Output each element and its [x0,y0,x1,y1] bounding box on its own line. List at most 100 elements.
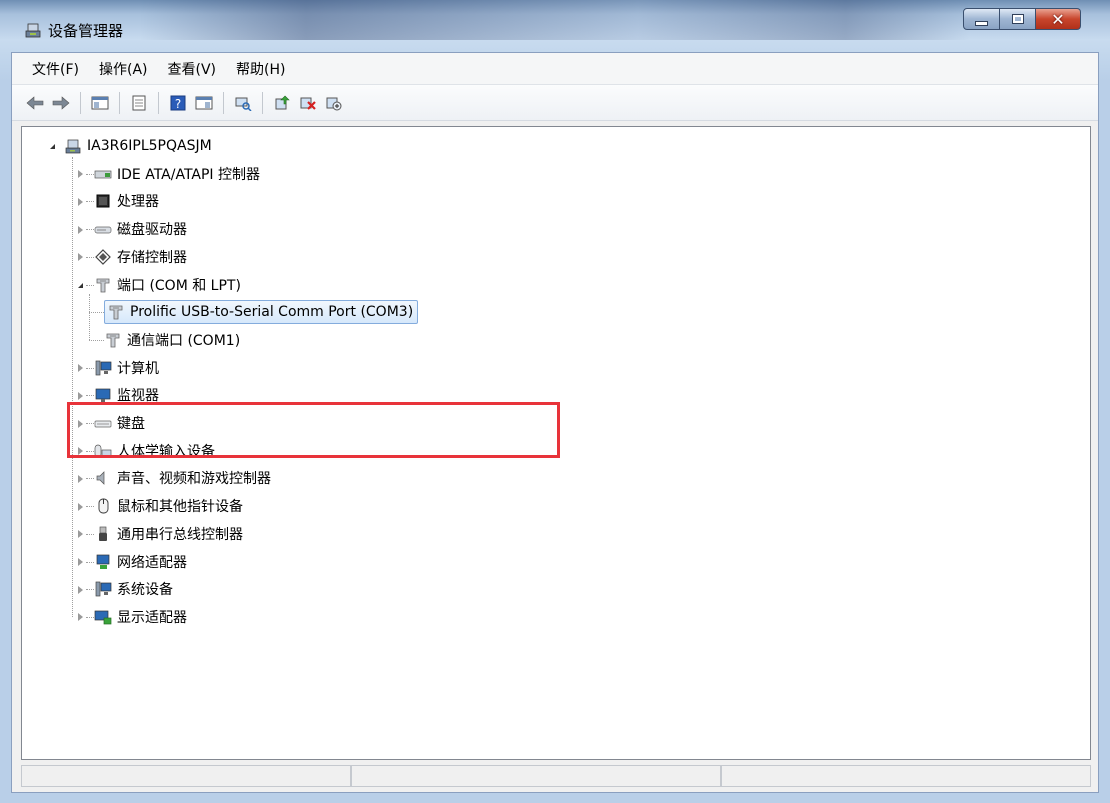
toolbar-separator [80,91,81,114]
tree-category[interactable]: 磁盘驱动器 [94,218,187,240]
tree-device-item[interactable]: Prolific USB-to-Serial Comm Port (COM3) [104,300,419,325]
menu-view[interactable]: 查看(V) [158,59,227,79]
tree-item-content[interactable]: 通用串行总线控制器 [94,524,243,544]
tree-item-label: 网络适配器 [117,554,187,571]
tree-item-label: 存储控制器 [117,249,187,266]
processor-icon [94,192,112,210]
expanded-arrow-icon[interactable] [48,142,57,151]
collapsed-arrow-icon[interactable] [76,585,85,594]
tree-item-label: 处理器 [117,194,159,211]
title-glass [140,0,970,40]
device-tree-pane[interactable]: IA3R6IPL5PQASJM IDE ATA/ATAPI 控制器 处理器磁盘驱动器… [21,126,1091,760]
status-bar [21,765,1091,789]
triangle-right-icon [78,558,83,566]
tree-category[interactable]: 鼠标和其他指针设备 [94,495,243,517]
collapsed-arrow-icon[interactable] [76,197,85,206]
tree-item-content[interactable]: 通信端口 (COM1) [104,330,240,350]
triangle-down-icon [50,144,55,149]
tree-category[interactable]: 计算机 [94,357,159,379]
tree-item-content[interactable]: 显示适配器 [94,607,187,627]
tree-category[interactable]: 处理器 [94,190,159,212]
collapsed-arrow-icon[interactable] [76,474,85,483]
tree-category[interactable]: 显示适配器 [94,606,187,628]
tree-category[interactable]: 系统设备 [94,578,173,600]
tree-item-content[interactable]: 磁盘驱动器 [94,219,187,239]
collapsed-arrow-icon[interactable] [76,558,85,567]
collapsed-arrow-icon[interactable] [76,613,85,622]
collapsed-arrow-icon[interactable] [76,253,85,262]
tree-category[interactable]: 通用串行总线控制器 [94,523,243,545]
disable-icon[interactable] [323,92,345,114]
display-adapter-icon [94,608,112,626]
sound-icon [94,469,112,487]
tree-item-selection[interactable]: Prolific USB-to-Serial Comm Port (COM3) [104,300,419,325]
tree-category[interactable]: 网络适配器 [94,551,187,573]
minimize-icon [975,20,988,26]
properties-icon[interactable] [128,92,150,114]
close-button[interactable]: ✕ [1036,8,1081,30]
tree-connector-line [89,312,104,314]
help-icon[interactable]: ? [167,92,189,114]
tree-item-label: IA3R6IPL5PQASJM [87,138,212,154]
tree-category[interactable]: 声音、视频和游戏控制器 [94,467,271,489]
tree-item-content[interactable]: 鼠标和其他指针设备 [94,496,243,516]
minimize-button[interactable] [963,8,1000,30]
tree-item-label: 通信端口 (COM1) [127,332,241,349]
close-icon: ✕ [1051,9,1065,29]
tree-item-label: 声音、视频和游戏控制器 [117,471,271,488]
scan-hardware-icon[interactable] [232,92,254,114]
tree-category[interactable]: IDE ATA/ATAPI 控制器 [94,163,260,185]
computer-icon [94,359,112,377]
maximize-button[interactable] [1000,8,1036,30]
uninstall-icon[interactable] [297,92,319,114]
tree-connector-line [86,201,94,203]
tree-item-content[interactable]: 处理器 [94,191,159,211]
tree-item-label: IDE ATA/ATAPI 控制器 [117,166,261,183]
tree-root[interactable]: IA3R6IPL5PQASJM [64,135,212,157]
tree-item-label: 计算机 [117,360,159,377]
triangle-right-icon [78,225,83,234]
tree-connector-line [86,506,94,508]
disk-drive-icon [94,220,112,238]
tree-connector-line [86,256,94,258]
maximize-icon [1011,14,1024,24]
tree-category[interactable]: 端口 (COM 和 LPT) [94,274,241,296]
collapsed-arrow-icon[interactable] [76,502,85,511]
back-icon[interactable] [24,92,46,114]
update-driver-icon[interactable] [271,92,293,114]
forward-icon[interactable] [50,92,72,114]
tree-item-content[interactable]: 声音、视频和游戏控制器 [94,468,271,488]
tree-device-item[interactable]: 通信端口 (COM1) [104,329,240,351]
collapsed-arrow-icon[interactable] [76,364,85,373]
show-hide-console-tree-icon[interactable] [89,92,111,114]
expanded-arrow-icon[interactable] [76,281,85,290]
tree-item-content[interactable]: IDE ATA/ATAPI 控制器 [94,164,260,184]
collapsed-arrow-icon[interactable] [76,225,85,234]
tree-item-content[interactable]: 计算机 [94,358,159,378]
triangle-right-icon [78,585,83,594]
collapsed-arrow-icon[interactable] [76,391,85,400]
tree-item-content[interactable]: IA3R6IPL5PQASJM [64,137,212,155]
tree-item-content[interactable]: 系统设备 [94,579,173,599]
menu-action[interactable]: 操作(A) [89,59,158,79]
toolbar-separator [119,91,120,114]
device-manager-app-icon [24,21,42,39]
collapsed-arrow-icon[interactable] [76,170,85,179]
device-manager-window: 设备管理器 ✕ 文件(F) 操作(A) 查看(V) 帮助(H) ? IA3R6I… [0,0,1110,803]
tree-item-label: 通用串行总线控制器 [117,526,243,543]
menu-bar: 文件(F) 操作(A) 查看(V) 帮助(H) [12,53,1098,85]
root-computer-icon [64,137,82,155]
menu-help[interactable]: 帮助(H) [226,59,295,79]
tree-item-content[interactable]: 存储控制器 [94,247,187,267]
tree-connector-line [86,478,94,480]
title-bar[interactable]: 设备管理器 ✕ [0,0,1110,52]
usb-icon [94,525,112,543]
tree-item-content[interactable]: 端口 (COM 和 LPT) [94,275,241,295]
tree-category[interactable]: 存储控制器 [94,246,187,268]
tree-item-content[interactable]: 网络适配器 [94,552,187,572]
menu-file[interactable]: 文件(F) [22,59,89,79]
show-hide-action-pane-icon[interactable] [193,92,215,114]
tree-connector-line [86,616,94,618]
toolbar: ? [12,85,1098,121]
collapsed-arrow-icon[interactable] [76,530,85,539]
